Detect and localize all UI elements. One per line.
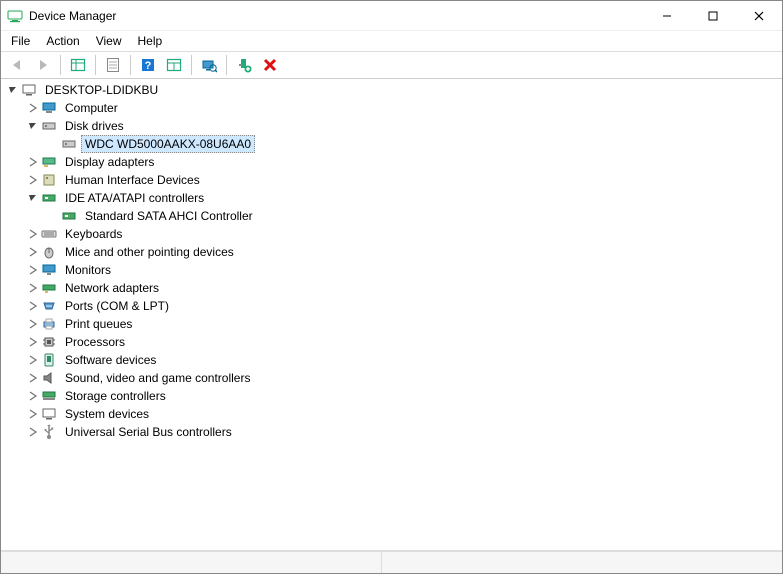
- computer-icon: [21, 82, 37, 98]
- chevron-right-icon[interactable]: [25, 388, 41, 404]
- menu-view[interactable]: View: [88, 32, 130, 50]
- chevron-right-icon[interactable]: [25, 154, 41, 170]
- chevron-right-icon[interactable]: [25, 280, 41, 296]
- chevron-right-icon[interactable]: [25, 298, 41, 314]
- device-ide-0[interactable]: Standard SATA AHCI Controller: [1, 207, 782, 225]
- network-icon: [41, 280, 57, 296]
- chevron-right-icon[interactable]: [25, 316, 41, 332]
- cat-computer[interactable]: Computer: [1, 99, 782, 117]
- cat-network[interactable]: Network adapters: [1, 279, 782, 297]
- menu-help[interactable]: Help: [130, 32, 171, 50]
- menu-action[interactable]: Action: [38, 32, 87, 50]
- monitor-icon: [41, 262, 57, 278]
- menu-file[interactable]: File: [3, 32, 38, 50]
- chevron-right-icon[interactable]: [25, 262, 41, 278]
- close-button[interactable]: [736, 1, 782, 31]
- menubar: File Action View Help: [1, 31, 782, 51]
- cat-ports[interactable]: Ports (COM & LPT): [1, 297, 782, 315]
- chevron-right-icon[interactable]: [25, 424, 41, 440]
- tree-root[interactable]: DESKTOP-LDIDKBU: [1, 81, 782, 99]
- statusbar: [1, 551, 782, 573]
- add-hardware-button[interactable]: [232, 53, 256, 77]
- storage-icon: [41, 388, 57, 404]
- mouse-icon: [41, 244, 57, 260]
- window-title: Device Manager: [29, 9, 116, 23]
- svg-text:?: ?: [145, 60, 152, 72]
- properties-button[interactable]: [101, 53, 125, 77]
- root-label[interactable]: DESKTOP-LDIDKBU: [41, 81, 162, 99]
- toolbar: ?: [1, 51, 782, 79]
- nav-forward-button: [31, 53, 55, 77]
- cat-monitors[interactable]: Monitors: [1, 261, 782, 279]
- cat-usb[interactable]: Universal Serial Bus controllers: [1, 423, 782, 441]
- cat-disk-drives[interactable]: Disk drives: [1, 117, 782, 135]
- cat-storage[interactable]: Storage controllers: [1, 387, 782, 405]
- cat-mice[interactable]: Mice and other pointing devices: [1, 243, 782, 261]
- chevron-down-icon[interactable]: [25, 190, 41, 206]
- printer-icon: [41, 316, 57, 332]
- selected-device-label[interactable]: WDC WD5000AAKX-08U6AA0: [81, 135, 255, 153]
- scan-hardware-button[interactable]: [197, 53, 221, 77]
- ide-icon: [61, 208, 77, 224]
- device-manager-window: Device Manager File Action View Help ?: [0, 0, 783, 574]
- chevron-right-icon[interactable]: [25, 352, 41, 368]
- display-adapter-icon: [41, 154, 57, 170]
- disk-icon: [61, 136, 77, 152]
- chevron-right-icon[interactable]: [25, 172, 41, 188]
- system-icon: [41, 406, 57, 422]
- chevron-right-icon[interactable]: [25, 226, 41, 242]
- cat-ide[interactable]: IDE ATA/ATAPI controllers: [1, 189, 782, 207]
- maximize-button[interactable]: [690, 1, 736, 31]
- cat-processors[interactable]: Processors: [1, 333, 782, 351]
- minimize-button[interactable]: [644, 1, 690, 31]
- disk-icon: [41, 118, 57, 134]
- chevron-right-icon[interactable]: [25, 334, 41, 350]
- uninstall-button[interactable]: [258, 53, 282, 77]
- cat-sound[interactable]: Sound, video and game controllers: [1, 369, 782, 387]
- chevron-right-icon[interactable]: [25, 370, 41, 386]
- show-hide-console-button[interactable]: [66, 53, 90, 77]
- cpu-icon: [41, 334, 57, 350]
- titlebar: Device Manager: [1, 1, 782, 31]
- cat-software-devices[interactable]: Software devices: [1, 351, 782, 369]
- cat-print-queues[interactable]: Print queues: [1, 315, 782, 333]
- device-disk-0[interactable]: WDC WD5000AAKX-08U6AA0: [1, 135, 782, 153]
- hid-icon: [41, 172, 57, 188]
- help-button[interactable]: ?: [136, 53, 160, 77]
- software-icon: [41, 352, 57, 368]
- cat-system[interactable]: System devices: [1, 405, 782, 423]
- keyboard-icon: [41, 226, 57, 242]
- cat-keyboards[interactable]: Keyboards: [1, 225, 782, 243]
- chevron-right-icon[interactable]: [25, 100, 41, 116]
- action-center-button[interactable]: [162, 53, 186, 77]
- nav-back-button: [5, 53, 29, 77]
- port-icon: [41, 298, 57, 314]
- chevron-right-icon[interactable]: [25, 406, 41, 422]
- chevron-right-icon[interactable]: [25, 244, 41, 260]
- speaker-icon: [41, 370, 57, 386]
- cat-hid[interactable]: Human Interface Devices: [1, 171, 782, 189]
- monitor-icon: [41, 100, 57, 116]
- device-manager-icon: [7, 8, 23, 24]
- chevron-down-icon[interactable]: [25, 118, 41, 134]
- usb-icon: [41, 424, 57, 440]
- cat-display-adapters[interactable]: Display adapters: [1, 153, 782, 171]
- chevron-down-icon[interactable]: [5, 82, 21, 98]
- ide-icon: [41, 190, 57, 206]
- device-tree[interactable]: DESKTOP-LDIDKBU Computer Disk drives WDC…: [1, 79, 782, 551]
